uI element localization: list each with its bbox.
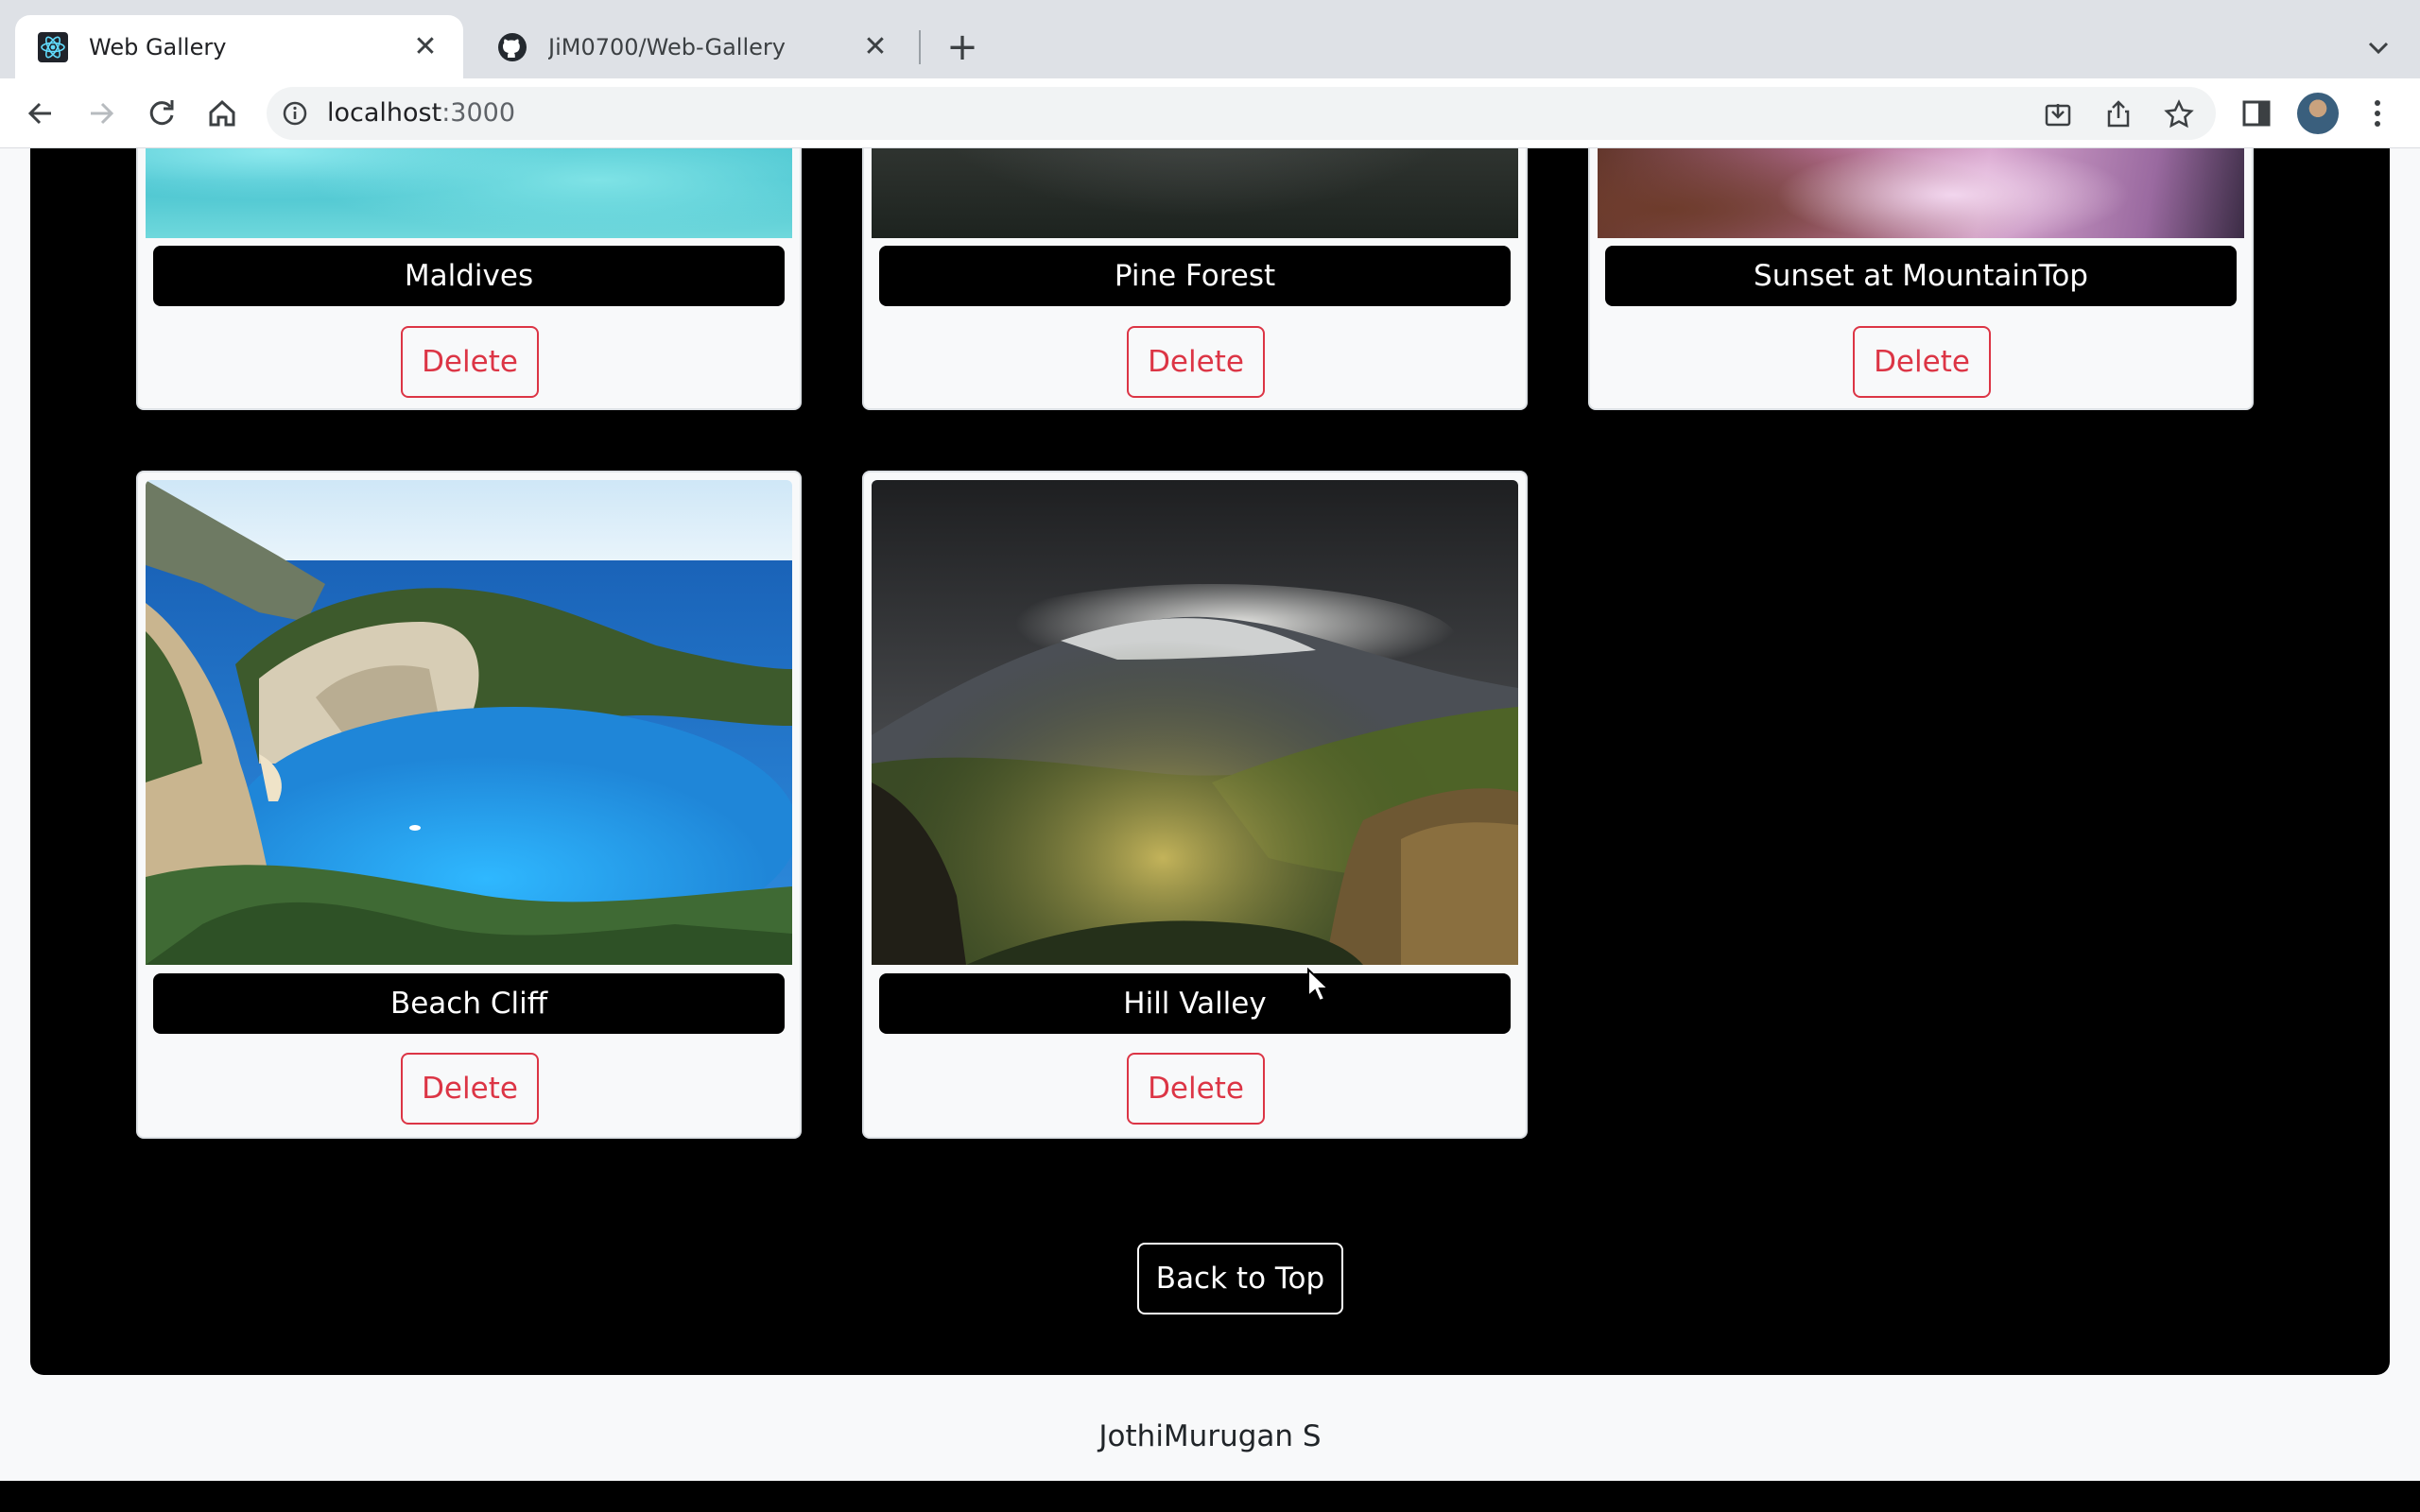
react-icon: [38, 31, 68, 62]
url-text: localhost:3000: [327, 87, 515, 140]
browser-toolbar: localhost:3000: [0, 78, 2420, 148]
beach-cliff-photo: [146, 480, 792, 965]
page-bottom-bar: [0, 1481, 2420, 1512]
github-icon: [498, 32, 527, 61]
tab-github-repo[interactable]: JiM0700/Web-Gallery ✕: [475, 15, 913, 78]
share-icon[interactable]: [2102, 98, 2135, 130]
home-icon[interactable]: [200, 92, 244, 135]
delete-button[interactable]: Delete: [401, 326, 539, 398]
image-caption: Beach Cliff: [153, 973, 785, 1034]
page-content: Maldives Delete Pine Forest Delete Sunse…: [0, 148, 2420, 1512]
install-app-icon[interactable]: [2042, 98, 2074, 130]
new-tab-icon[interactable]: +: [940, 23, 985, 72]
chevron-down-icon[interactable]: [2358, 26, 2399, 68]
forward-arrow-icon[interactable]: [79, 92, 123, 135]
more-menu-icon[interactable]: [2356, 92, 2399, 135]
tab-title: JiM0700/Web-Gallery: [548, 33, 786, 60]
footer-author: JothiMurugan S: [1098, 1419, 1322, 1453]
image-caption: Maldives: [153, 246, 785, 306]
gallery-card-maldives: Maldives Delete: [136, 148, 802, 410]
gallery-card-beach-cliff: Beach Cliff Delete: [136, 471, 802, 1139]
gallery-image: [872, 480, 1518, 965]
profile-avatar[interactable]: [2297, 93, 2339, 134]
back-arrow-icon[interactable]: [19, 92, 62, 135]
close-tab-icon[interactable]: ✕: [410, 30, 441, 63]
image-caption: Sunset at MountainTop: [1605, 246, 2237, 306]
gallery-image: [146, 480, 792, 965]
gallery-card-pine-forest: Pine Forest Delete: [862, 148, 1528, 410]
browser-tab-strip: Web Gallery ✕ JiM0700/Web-Gallery ✕ +: [0, 0, 2420, 78]
tab-divider: [919, 30, 921, 64]
delete-button[interactable]: Delete: [1127, 326, 1265, 398]
gallery-image: [1598, 148, 2244, 238]
reload-icon[interactable]: [140, 92, 183, 135]
gallery-image: [146, 148, 792, 238]
bookmark-star-icon[interactable]: [2163, 98, 2195, 130]
image-caption: Pine Forest: [879, 246, 1511, 306]
site-info-icon[interactable]: [280, 98, 310, 129]
gallery-card-hill-valley: Hill Valley Delete: [862, 471, 1528, 1139]
address-bar[interactable]: localhost:3000: [267, 87, 2216, 140]
delete-button[interactable]: Delete: [1127, 1053, 1265, 1125]
image-caption: Hill Valley: [879, 973, 1511, 1034]
back-to-top-button[interactable]: Back to Top: [1137, 1243, 1343, 1314]
tab-web-gallery[interactable]: Web Gallery ✕: [15, 15, 463, 78]
gallery-image: [872, 148, 1518, 238]
url-host: localhost: [327, 98, 442, 128]
gallery-panel: Maldives Delete Pine Forest Delete Sunse…: [30, 148, 2390, 1375]
side-panel-icon[interactable]: [2235, 92, 2278, 135]
delete-button[interactable]: Delete: [1853, 326, 1991, 398]
delete-button[interactable]: Delete: [401, 1053, 539, 1125]
tab-title: Web Gallery: [89, 33, 227, 60]
gallery-card-sunset-mountaintop: Sunset at MountainTop Delete: [1588, 148, 2254, 410]
hill-valley-photo: [872, 480, 1518, 965]
close-tab-icon[interactable]: ✕: [860, 30, 890, 63]
url-port: :3000: [441, 98, 516, 128]
mouse-cursor-icon: [1307, 968, 1331, 1003]
